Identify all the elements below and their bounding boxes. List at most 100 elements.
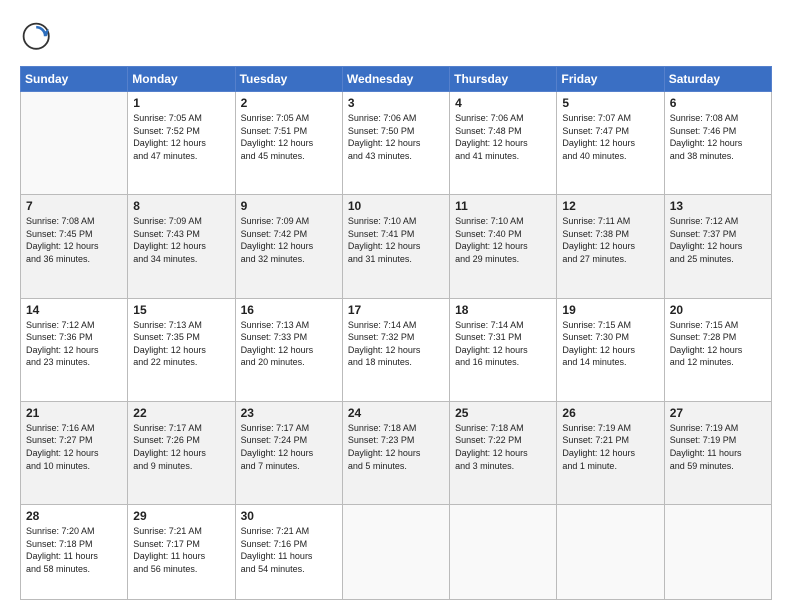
day-number: 10 — [348, 199, 444, 213]
day-number: 24 — [348, 406, 444, 420]
day-info: Sunrise: 7:21 AM Sunset: 7:16 PM Dayligh… — [241, 525, 337, 575]
calendar-week-row: 7 Sunrise: 7:08 AM Sunset: 7:45 PM Daylig… — [21, 195, 772, 298]
calendar-week-row: 28 Sunrise: 7:20 AM Sunset: 7:18 PM Dayli… — [21, 505, 772, 600]
day-number: 26 — [562, 406, 658, 420]
day-number: 9 — [241, 199, 337, 213]
day-info: Sunrise: 7:12 AM Sunset: 7:37 PM Dayligh… — [670, 215, 766, 265]
day-info: Sunrise: 7:15 AM Sunset: 7:28 PM Dayligh… — [670, 319, 766, 369]
day-info: Sunrise: 7:13 AM Sunset: 7:35 PM Dayligh… — [133, 319, 229, 369]
calendar-cell — [342, 505, 449, 600]
day-number: 21 — [26, 406, 122, 420]
day-info: Sunrise: 7:06 AM Sunset: 7:48 PM Dayligh… — [455, 112, 551, 162]
calendar-cell — [21, 92, 128, 195]
calendar-week-row: 1 Sunrise: 7:05 AM Sunset: 7:52 PM Daylig… — [21, 92, 772, 195]
header — [20, 16, 772, 56]
calendar-week-row: 14 Sunrise: 7:12 AM Sunset: 7:36 PM Dayli… — [21, 298, 772, 401]
day-number: 23 — [241, 406, 337, 420]
calendar-cell — [664, 505, 771, 600]
logo — [20, 20, 60, 56]
logo-icon — [20, 20, 56, 56]
calendar-cell — [450, 505, 557, 600]
day-info: Sunrise: 7:05 AM Sunset: 7:52 PM Dayligh… — [133, 112, 229, 162]
day-number: 12 — [562, 199, 658, 213]
calendar-cell: 19 Sunrise: 7:15 AM Sunset: 7:30 PM Dayli… — [557, 298, 664, 401]
calendar-cell: 28 Sunrise: 7:20 AM Sunset: 7:18 PM Dayli… — [21, 505, 128, 600]
day-info: Sunrise: 7:07 AM Sunset: 7:47 PM Dayligh… — [562, 112, 658, 162]
calendar-day-header: Tuesday — [235, 67, 342, 92]
calendar-day-header: Saturday — [664, 67, 771, 92]
day-number: 2 — [241, 96, 337, 110]
day-number: 17 — [348, 303, 444, 317]
day-info: Sunrise: 7:19 AM Sunset: 7:21 PM Dayligh… — [562, 422, 658, 472]
day-info: Sunrise: 7:14 AM Sunset: 7:31 PM Dayligh… — [455, 319, 551, 369]
calendar-cell: 14 Sunrise: 7:12 AM Sunset: 7:36 PM Dayli… — [21, 298, 128, 401]
calendar-cell: 23Sunrise: 7:17 AM Sunset: 7:24 PM Dayli… — [235, 401, 342, 504]
day-number: 16 — [241, 303, 337, 317]
day-number: 7 — [26, 199, 122, 213]
day-info: Sunrise: 7:08 AM Sunset: 7:46 PM Dayligh… — [670, 112, 766, 162]
day-number: 19 — [562, 303, 658, 317]
day-info: Sunrise: 7:11 AM Sunset: 7:38 PM Dayligh… — [562, 215, 658, 265]
day-number: 3 — [348, 96, 444, 110]
day-info: Sunrise: 7:15 AM Sunset: 7:30 PM Dayligh… — [562, 319, 658, 369]
day-info: Sunrise: 7:16 AM Sunset: 7:27 PM Dayligh… — [26, 422, 122, 472]
day-info: Sunrise: 7:09 AM Sunset: 7:42 PM Dayligh… — [241, 215, 337, 265]
day-info: Sunrise: 7:17 AM Sunset: 7:26 PM Dayligh… — [133, 422, 229, 472]
day-info: Sunrise: 7:14 AM Sunset: 7:32 PM Dayligh… — [348, 319, 444, 369]
calendar-cell: 29Sunrise: 7:21 AM Sunset: 7:17 PM Dayli… — [128, 505, 235, 600]
day-info: Sunrise: 7:20 AM Sunset: 7:18 PM Dayligh… — [26, 525, 122, 575]
day-info: Sunrise: 7:10 AM Sunset: 7:41 PM Dayligh… — [348, 215, 444, 265]
calendar-cell: 9 Sunrise: 7:09 AM Sunset: 7:42 PM Daylig… — [235, 195, 342, 298]
calendar-day-header: Sunday — [21, 67, 128, 92]
day-number: 28 — [26, 509, 122, 523]
day-info: Sunrise: 7:21 AM Sunset: 7:17 PM Dayligh… — [133, 525, 229, 575]
calendar-cell: 4 Sunrise: 7:06 AM Sunset: 7:48 PM Daylig… — [450, 92, 557, 195]
calendar-cell: 10 Sunrise: 7:10 AM Sunset: 7:41 PM Dayli… — [342, 195, 449, 298]
calendar-cell: 26 Sunrise: 7:19 AM Sunset: 7:21 PM Dayli… — [557, 401, 664, 504]
day-info: Sunrise: 7:08 AM Sunset: 7:45 PM Dayligh… — [26, 215, 122, 265]
calendar-cell: 27 Sunrise: 7:19 AM Sunset: 7:19 PM Dayli… — [664, 401, 771, 504]
calendar-day-header: Thursday — [450, 67, 557, 92]
day-info: Sunrise: 7:13 AM Sunset: 7:33 PM Dayligh… — [241, 319, 337, 369]
calendar-cell: 18 Sunrise: 7:14 AM Sunset: 7:31 PM Dayli… — [450, 298, 557, 401]
day-number: 4 — [455, 96, 551, 110]
day-info: Sunrise: 7:05 AM Sunset: 7:51 PM Dayligh… — [241, 112, 337, 162]
day-number: 27 — [670, 406, 766, 420]
calendar-week-row: 21 Sunrise: 7:16 AM Sunset: 7:27 PM Dayli… — [21, 401, 772, 504]
calendar-cell: 11 Sunrise: 7:10 AM Sunset: 7:40 PM Dayli… — [450, 195, 557, 298]
day-number: 20 — [670, 303, 766, 317]
day-number: 1 — [133, 96, 229, 110]
calendar-cell: 13 Sunrise: 7:12 AM Sunset: 7:37 PM Dayli… — [664, 195, 771, 298]
day-info: Sunrise: 7:18 AM Sunset: 7:23 PM Dayligh… — [348, 422, 444, 472]
day-number: 25 — [455, 406, 551, 420]
calendar-cell: 25 Sunrise: 7:18 AM Sunset: 7:22 PM Dayli… — [450, 401, 557, 504]
day-number: 15 — [133, 303, 229, 317]
calendar-cell: 30 Sunrise: 7:21 AM Sunset: 7:16 PM Dayli… — [235, 505, 342, 600]
calendar-cell: 3Sunrise: 7:06 AM Sunset: 7:50 PM Daylig… — [342, 92, 449, 195]
day-number: 6 — [670, 96, 766, 110]
calendar-cell: 17 Sunrise: 7:14 AM Sunset: 7:32 PM Dayli… — [342, 298, 449, 401]
day-number: 14 — [26, 303, 122, 317]
calendar-cell: 7 Sunrise: 7:08 AM Sunset: 7:45 PM Daylig… — [21, 195, 128, 298]
day-number: 30 — [241, 509, 337, 523]
day-number: 11 — [455, 199, 551, 213]
day-number: 18 — [455, 303, 551, 317]
calendar-day-header: Monday — [128, 67, 235, 92]
day-info: Sunrise: 7:18 AM Sunset: 7:22 PM Dayligh… — [455, 422, 551, 472]
calendar-cell: 20 Sunrise: 7:15 AM Sunset: 7:28 PM Dayli… — [664, 298, 771, 401]
calendar-table: SundayMondayTuesdayWednesdayThursdayFrid… — [20, 66, 772, 600]
calendar-cell: 21 Sunrise: 7:16 AM Sunset: 7:27 PM Dayli… — [21, 401, 128, 504]
calendar-cell: 24 Sunrise: 7:18 AM Sunset: 7:23 PM Dayli… — [342, 401, 449, 504]
calendar-cell: 1 Sunrise: 7:05 AM Sunset: 7:52 PM Daylig… — [128, 92, 235, 195]
day-number: 22 — [133, 406, 229, 420]
calendar-cell — [557, 505, 664, 600]
calendar-header-row: SundayMondayTuesdayWednesdayThursdayFrid… — [21, 67, 772, 92]
calendar-cell: 15 Sunrise: 7:13 AM Sunset: 7:35 PM Dayli… — [128, 298, 235, 401]
day-number: 13 — [670, 199, 766, 213]
calendar-cell: 8Sunrise: 7:09 AM Sunset: 7:43 PM Daylig… — [128, 195, 235, 298]
day-info: Sunrise: 7:19 AM Sunset: 7:19 PM Dayligh… — [670, 422, 766, 472]
calendar-cell: 5Sunrise: 7:07 AM Sunset: 7:47 PM Daylig… — [557, 92, 664, 195]
calendar-cell: 6 Sunrise: 7:08 AM Sunset: 7:46 PM Daylig… — [664, 92, 771, 195]
day-info: Sunrise: 7:10 AM Sunset: 7:40 PM Dayligh… — [455, 215, 551, 265]
day-info: Sunrise: 7:12 AM Sunset: 7:36 PM Dayligh… — [26, 319, 122, 369]
